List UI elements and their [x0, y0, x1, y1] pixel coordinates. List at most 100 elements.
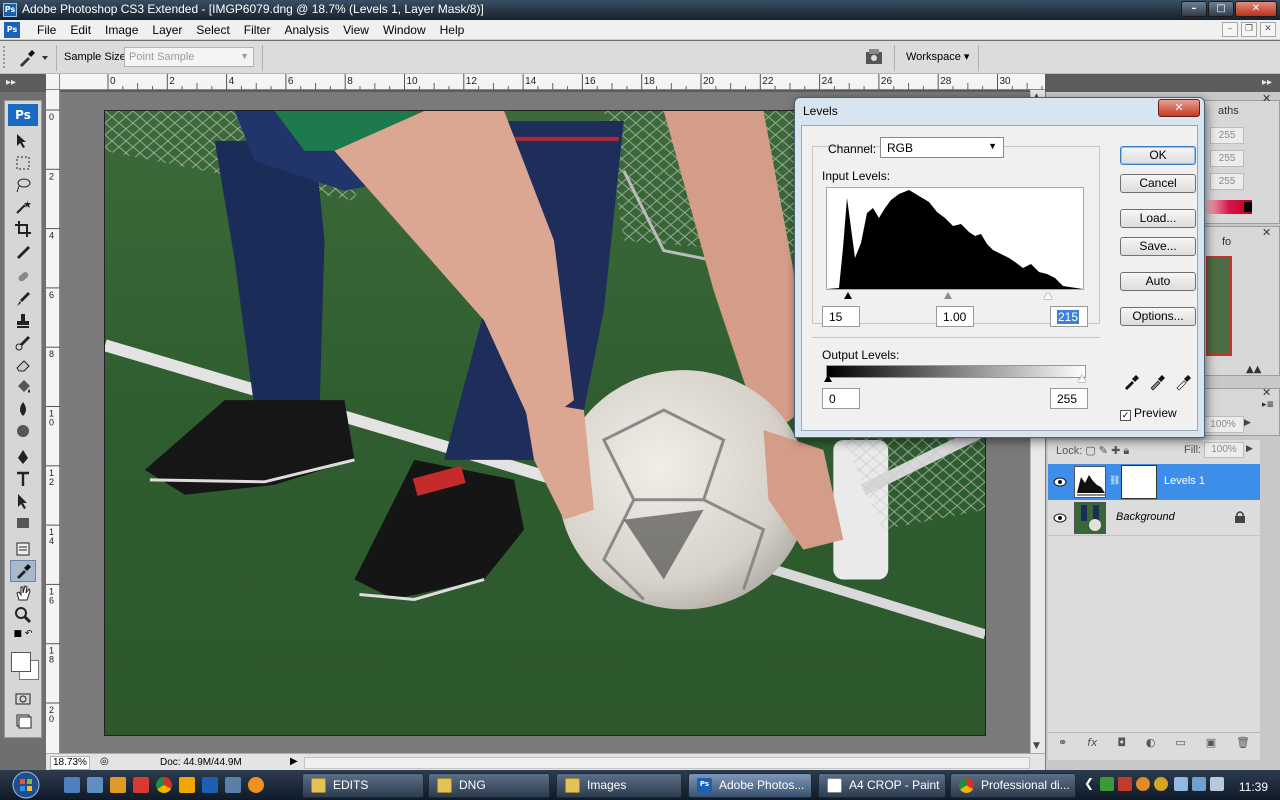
layer-name[interactable]: Levels 1 [1164, 475, 1205, 487]
collapse-toolbox-icon[interactable]: ▸▸ [6, 77, 16, 88]
auto-button[interactable]: Auto [1120, 272, 1196, 291]
input-black-field[interactable]: 15 [822, 306, 860, 327]
output-white-field[interactable]: 255 [1050, 388, 1088, 409]
tab-info[interactable]: fo [1222, 236, 1231, 248]
blur-tool[interactable] [10, 398, 36, 420]
app-launcher-icon[interactable] [248, 777, 264, 793]
panel-close-icon[interactable]: ✕ [1262, 92, 1271, 105]
output-black-slider[interactable] [824, 375, 832, 382]
hand-tool[interactable] [10, 582, 36, 604]
layer-name[interactable]: Background [1116, 511, 1175, 523]
channel-select[interactable]: RGB ▼ [880, 137, 1004, 158]
folder-launcher-icon[interactable] [179, 777, 195, 793]
options-button[interactable]: Options... [1120, 307, 1196, 326]
opacity-field[interactable]: 100% [1202, 416, 1244, 433]
start-button[interactable] [8, 770, 44, 800]
doc-minimize-button[interactable]: – [1222, 22, 1238, 37]
doc-close-button[interactable]: ✕ [1260, 22, 1276, 37]
magic-wand-tool[interactable] [10, 196, 36, 218]
menu-select[interactable]: Select [189, 22, 236, 38]
ruler-origin[interactable] [46, 74, 60, 90]
menu-image[interactable]: Image [98, 22, 145, 38]
paint-launcher-icon[interactable] [133, 777, 149, 793]
pen-tool[interactable] [10, 446, 36, 468]
tab-paths[interactable]: aths [1218, 105, 1239, 117]
eye-icon[interactable] [1052, 474, 1068, 490]
ok-button[interactable]: OK [1120, 146, 1196, 165]
input-gamma-field[interactable]: 1.00 [936, 306, 974, 327]
tray-expand-icon[interactable]: ❮ [1084, 776, 1094, 790]
layer-row-background[interactable]: Background [1048, 500, 1260, 536]
menu-layer[interactable]: Layer [145, 22, 189, 38]
move-tool[interactable] [10, 130, 36, 152]
opacity-arrow-icon[interactable]: ▶ [1244, 418, 1251, 428]
crop-tool[interactable] [10, 218, 36, 240]
options-bar-grip[interactable] [3, 46, 7, 68]
new-group-icon[interactable]: ▭ [1175, 736, 1185, 749]
input-gamma-slider[interactable] [944, 292, 952, 299]
app-launcher-icon[interactable] [225, 777, 241, 793]
new-layer-icon[interactable]: ▣ [1206, 736, 1216, 749]
fill-field[interactable]: 100% [1204, 442, 1244, 458]
eye-icon[interactable] [1052, 510, 1068, 526]
window-title-bar[interactable]: Ps Adobe Photoshop CS3 Extended - [IMGP6… [0, 0, 1280, 20]
foreground-color[interactable] [11, 652, 31, 672]
shape-tool[interactable] [10, 512, 36, 534]
maximize-button[interactable]: □ [1208, 1, 1234, 17]
white-eyedropper-icon[interactable] [1174, 373, 1192, 391]
clone-stamp-tool[interactable] [10, 310, 36, 332]
fill-arrow-icon[interactable]: ▶ [1246, 444, 1253, 454]
taskbar-button-paint[interactable]: A4 CROP - Paint [818, 773, 946, 798]
menu-file[interactable]: File [30, 22, 63, 38]
input-white-slider[interactable] [1044, 292, 1052, 299]
vertical-ruler[interactable]: 02468101214161820 [46, 90, 60, 753]
switch-windows-icon[interactable] [87, 777, 103, 793]
tray-app-icon[interactable] [1154, 777, 1168, 791]
minimize-button[interactable]: – [1181, 1, 1207, 17]
slice-tool[interactable] [10, 240, 36, 262]
horizontal-scrollbar[interactable] [304, 757, 1030, 769]
notes-tool[interactable] [10, 538, 36, 560]
collapse-panels-icon[interactable]: ▸▸ [1262, 77, 1272, 88]
new-adjustment-icon[interactable]: ◐ [1146, 736, 1156, 749]
close-button[interactable]: ✕ [1235, 1, 1277, 17]
eyedropper-tool[interactable] [10, 560, 36, 582]
menu-view[interactable]: View [336, 22, 376, 38]
taskbar-button-dng[interactable]: DNG [428, 773, 550, 798]
brush-tool[interactable] [10, 288, 36, 310]
zoom-slider-icon[interactable]: ▲▲ [1246, 364, 1261, 375]
quick-mask-button[interactable] [10, 688, 36, 710]
panel-menu-icon[interactable]: ▸≡ [1262, 400, 1274, 410]
input-white-field[interactable]: 215 [1050, 306, 1088, 327]
photoshop-menu-icon[interactable]: Ps [4, 22, 20, 38]
menu-window[interactable]: Window [376, 22, 433, 38]
link-icon[interactable]: ⛓︎ [1109, 476, 1120, 486]
history-brush-tool[interactable] [10, 332, 36, 354]
status-options-arrow[interactable]: ▶ [290, 756, 298, 767]
cancel-button[interactable]: Cancel [1120, 174, 1196, 193]
input-black-slider[interactable] [844, 292, 852, 299]
navigator-thumbnail[interactable] [1206, 256, 1232, 356]
tray-app-icon[interactable] [1192, 777, 1206, 791]
menu-help[interactable]: Help [433, 22, 472, 38]
volume-icon[interactable] [1210, 777, 1224, 791]
chrome-launcher-icon[interactable] [156, 777, 172, 793]
clock[interactable]: 11:39 [1239, 780, 1268, 794]
bridge-button[interactable] [864, 46, 886, 68]
dodge-tool[interactable] [10, 420, 36, 442]
workspace-menu[interactable]: Workspace ▾ [906, 50, 969, 63]
photoshop-launcher-icon[interactable] [202, 777, 218, 793]
save-button[interactable]: Save... [1120, 237, 1196, 256]
dialog-close-button[interactable]: ✕ [1158, 99, 1200, 117]
black-eyedropper-icon[interactable] [1122, 373, 1140, 391]
doc-restore-button[interactable]: ❐ [1241, 22, 1257, 37]
layer-mask-thumbnail[interactable] [1121, 465, 1157, 499]
eraser-tool[interactable] [10, 354, 36, 376]
zoom-tool[interactable] [10, 604, 36, 626]
paint-bucket-tool[interactable] [10, 376, 36, 398]
load-button[interactable]: Load... [1120, 209, 1196, 228]
tray-app-icon[interactable] [1136, 777, 1150, 791]
marquee-tool[interactable] [10, 152, 36, 174]
taskbar-button-images[interactable]: Images [556, 773, 682, 798]
output-black-field[interactable]: 0 [822, 388, 860, 409]
